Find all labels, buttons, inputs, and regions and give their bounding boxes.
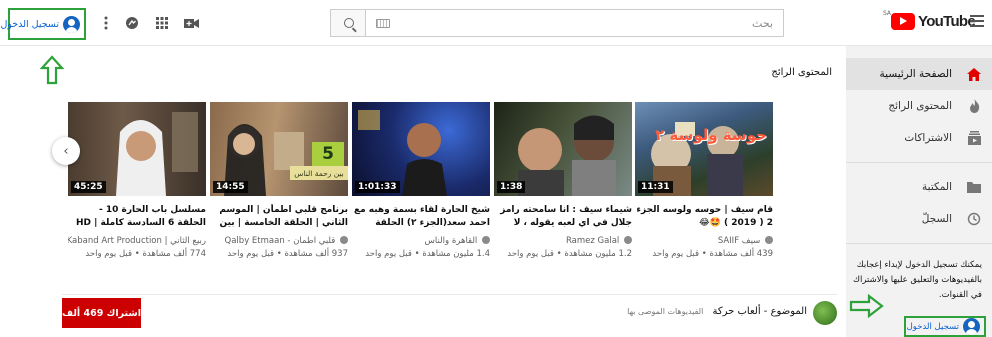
video-title[interactable]: برنامج قلبي اطمأن | الموسم الثاني | الحل… bbox=[210, 204, 348, 230]
video-card[interactable]: 5 بين رحمة الناس 14:55 برنامج قلبي اطمأن… bbox=[210, 102, 348, 259]
sidebar-item-label: السجلّ bbox=[921, 213, 952, 225]
video-meta: 1.2 مليون مشاهدة • قبل يوم واحد bbox=[507, 249, 632, 259]
apps-grid-icon[interactable] bbox=[153, 14, 171, 32]
shelf-header: اشتراك 469 ألف الموضوع - ألعاب حركة الفي… bbox=[62, 294, 837, 330]
shelf-subtitle: الفيديوهات الموصى بها bbox=[627, 307, 704, 316]
chevron-left-icon: ‹ bbox=[63, 143, 69, 159]
channel-name[interactable]: Ramez Galal bbox=[494, 236, 632, 246]
video-thumbnail[interactable]: 1:01:33 bbox=[352, 102, 490, 196]
top-bar: تسجيل الدخول بحث SA YouTube bbox=[0, 0, 992, 46]
sidebar-item-label: المكتبة bbox=[922, 181, 952, 193]
video-title[interactable]: شيخ الحارة لقاء بسمة وهبه مع احمد سعد(ال… bbox=[352, 204, 490, 230]
video-duration: 1:01:33 bbox=[355, 181, 400, 193]
keyboard-icon[interactable] bbox=[376, 18, 390, 28]
youtube-play-icon bbox=[891, 13, 915, 30]
sidebar-divider bbox=[846, 243, 992, 244]
video-meta: 1.4 مليون مشاهدة • قبل يوم واحد bbox=[365, 249, 490, 259]
sidebar-item-label: المحتوى الرائج bbox=[888, 100, 952, 112]
sidebar-item-history[interactable]: السجلّ bbox=[846, 203, 992, 235]
search-icon bbox=[343, 18, 354, 28]
account-icon bbox=[963, 318, 980, 335]
youtube-logo[interactable]: SA YouTube bbox=[883, 10, 976, 30]
video-duration: 11:31 bbox=[638, 181, 673, 193]
video-thumbnail[interactable]: 5 بين رحمة الناس 14:55 bbox=[210, 102, 348, 196]
video-thumbnail[interactable]: حوسة ولوسة ٢ 11:31 bbox=[635, 102, 773, 196]
subscribe-button[interactable]: اشتراك 469 ألف bbox=[62, 298, 141, 328]
verified-badge-icon bbox=[340, 236, 348, 244]
sidebar-item-home[interactable]: الصفحة الرئيسية bbox=[846, 58, 992, 90]
channel-name[interactable]: سيف SAIIF bbox=[635, 236, 773, 246]
sidebar-item-label: الاشتراكات bbox=[904, 132, 952, 144]
video-meta: 774 ألف مشاهدة • قبل يوم واحد bbox=[85, 249, 206, 259]
video-card[interactable]: 1:38 شيماء سيف : انا سامحته رامز جلال في… bbox=[494, 102, 632, 259]
signin-button[interactable]: تسجيل الدخول bbox=[0, 8, 86, 40]
account-icon bbox=[63, 15, 80, 33]
trending-icon bbox=[966, 98, 982, 114]
channel-name-text: قلبي اطمأن - Qalby Etmaan bbox=[224, 236, 336, 246]
verified-badge-icon bbox=[482, 236, 490, 244]
logo-country: SA bbox=[883, 10, 892, 17]
annotation-arrow-up-icon bbox=[40, 55, 64, 85]
sidebar-item-subscriptions[interactable]: الاشتراكات bbox=[846, 122, 992, 154]
channel-name[interactable]: ربيع الثاني | Kaband Art Production bbox=[68, 236, 206, 246]
shelf-title[interactable]: الموضوع - ألعاب حركة الفيديوهات الموصى ب… bbox=[627, 306, 807, 317]
subscriptions-icon bbox=[966, 130, 982, 146]
video-title[interactable]: قام سيف | حوسه ولوسه الجزء 2 ( 2019 ) 🤩😂 bbox=[635, 204, 773, 230]
video-duration: 45:25 bbox=[71, 181, 106, 193]
channel-name-text: سيف SAIIF bbox=[717, 236, 761, 246]
video-card[interactable]: حوسة ولوسة ٢ 11:31 قام سيف | حوسه ولوسه … bbox=[635, 102, 773, 259]
sidebar-item-library[interactable]: المكتبة bbox=[846, 171, 992, 203]
signin-label: تسجيل الدخول bbox=[0, 18, 59, 30]
library-icon bbox=[966, 179, 982, 195]
annotation-arrow-right-icon bbox=[849, 294, 884, 318]
more-options-icon[interactable] bbox=[97, 14, 115, 32]
section-title: المحتوى الرائج bbox=[771, 67, 832, 78]
video-thumbnail[interactable]: 1:38 bbox=[494, 102, 632, 196]
channel-name[interactable]: قلبي اطمأن - Qalby Etmaan bbox=[210, 236, 348, 246]
signin-label: تسجيل الدخول bbox=[906, 321, 959, 332]
channel-name[interactable]: القاهرة والناس bbox=[352, 236, 490, 246]
messages-icon[interactable] bbox=[123, 14, 141, 32]
video-duration: 14:55 bbox=[213, 181, 248, 193]
history-icon bbox=[966, 211, 982, 227]
thumbnail-caption: بين رحمة الناس bbox=[290, 166, 348, 180]
create-video-icon[interactable] bbox=[182, 14, 200, 32]
verified-badge-icon bbox=[624, 236, 632, 244]
video-card[interactable]: 45:25 مسلسل باب الحارة 10 - الحلقة 6 الس… bbox=[68, 102, 206, 259]
search-button[interactable] bbox=[330, 9, 366, 37]
logo-text: YouTube bbox=[918, 13, 976, 30]
video-duration: 1:38 bbox=[497, 181, 526, 193]
carousel-prev-button[interactable]: ‹ bbox=[52, 137, 80, 165]
home-icon bbox=[966, 66, 982, 82]
search-placeholder: بحث bbox=[752, 16, 773, 30]
shelf-channel-avatar[interactable] bbox=[813, 301, 837, 325]
sidebar-divider bbox=[846, 162, 992, 163]
sidebar-signin-button[interactable]: تسجيل الدخول bbox=[904, 316, 986, 337]
thumbnail-caption: حوسة ولوسة ٢ bbox=[655, 126, 767, 144]
verified-badge-icon bbox=[765, 236, 773, 244]
sidebar-item-label: الصفحة الرئيسية bbox=[879, 68, 952, 80]
video-thumbnail[interactable]: 45:25 bbox=[68, 102, 206, 196]
video-card[interactable]: 1:01:33 شيخ الحارة لقاء بسمة وهبه مع احم… bbox=[352, 102, 490, 259]
hamburger-menu-icon[interactable] bbox=[970, 15, 984, 27]
video-title[interactable]: مسلسل باب الحارة 10 - الحلقة 6 السادسة ك… bbox=[68, 204, 206, 230]
shelf-title-text: الموضوع - ألعاب حركة bbox=[712, 306, 807, 317]
sidebar-item-trending[interactable]: المحتوى الرائج bbox=[846, 90, 992, 122]
video-meta: 937 ألف مشاهدة • قبل يوم واحد bbox=[227, 249, 348, 259]
video-meta: 439 ألف مشاهدة • قبل يوم واحد bbox=[652, 249, 773, 259]
video-title[interactable]: شيماء سيف : انا سامحته رامز جلال في اي ل… bbox=[494, 204, 632, 230]
channel-name-text: Ramez Galal bbox=[565, 236, 620, 246]
thumbnail-episode-number: 5 bbox=[312, 142, 344, 166]
channel-name-text: القاهرة والناس bbox=[424, 236, 478, 246]
search-input[interactable]: بحث bbox=[365, 9, 784, 37]
